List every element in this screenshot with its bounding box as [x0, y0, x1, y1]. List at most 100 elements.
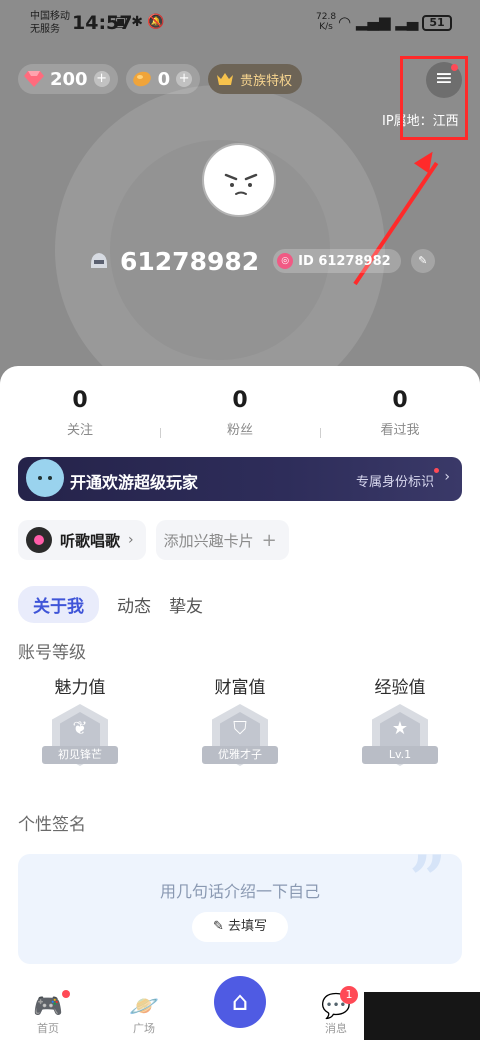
vip-banner-subtitle: 专属身份标识 — [355, 475, 434, 490]
nav-label: 首页 — [37, 1022, 59, 1035]
nav-label: 广场 — [133, 1022, 155, 1035]
home-notification-dot — [62, 990, 70, 998]
bluetooth-icon: ✱ — [131, 14, 147, 30]
song-icon — [26, 527, 52, 553]
net-speed-value: 72.8 — [316, 12, 337, 22]
stat-fans[interactable]: 0 粉丝 — [160, 388, 320, 438]
badge-ribbon: 优雅才子 — [202, 746, 278, 764]
stat-divider — [160, 428, 161, 438]
home-icon[interactable]: ⌂ — [214, 976, 266, 1028]
signal-icons: ◠ ▂▄▆ ▂▄ — [338, 13, 418, 31]
battery-icon: 51 — [422, 15, 452, 31]
visitors-label: 看过我 — [380, 423, 420, 438]
chevron-right-icon: › — [444, 469, 450, 485]
level-name: 经验值 — [374, 678, 426, 698]
shield-icon: ⛉ — [233, 718, 247, 739]
status-icons: ▣✱🔕 — [114, 14, 168, 30]
pen-icon: ✎ — [212, 919, 224, 934]
mascot-eye — [48, 476, 52, 480]
diamond-count: 200 — [50, 68, 88, 90]
crown-icon — [217, 73, 234, 85]
cellular-icon: ▂▄▆ — [355, 13, 391, 31]
chevron-right-icon: › — [128, 532, 134, 548]
noble-privilege-button[interactable]: 贵族特权 — [208, 64, 303, 94]
badge-ribbon: Lv.1 — [362, 746, 438, 764]
net-speed: 72.8 K/s — [316, 12, 336, 32]
nav-plaza-tab[interactable]: 🪐 广场 — [114, 992, 174, 1036]
visitors-count: 0 — [392, 388, 408, 413]
default-avatar-face-icon — [224, 173, 258, 195]
star-icon: ★ — [391, 718, 409, 739]
signature-box: ” 用几句话介绍一下自己 ✎ 去填写 — [18, 842, 462, 964]
status-bar: 中国移动 无服务 14:57 ▣✱🔕 72.8 K/s ◠ ▂▄▆ ▂▄ 51 — [0, 0, 480, 46]
vip-banner-title: 开通欢游超级玩家 — [70, 473, 199, 492]
interest-tags: 听歌唱歌 › 添加兴趣卡片 + — [18, 520, 289, 560]
feather-icon: ❦ — [72, 718, 88, 739]
planet-icon: 🪐 — [129, 992, 159, 1020]
level-charm[interactable]: 魅力值 ❦ 初见锋芒 — [0, 673, 160, 770]
account-level-title: 账号等级 — [18, 643, 86, 663]
wifi-icon: ◠ — [338, 13, 352, 31]
signature-title: 个性签名 — [18, 815, 86, 835]
diamond-balance[interactable]: 200 + — [18, 64, 118, 94]
vip-banner-dot — [434, 468, 439, 473]
add-interest-label: 添加兴趣卡片 — [163, 531, 254, 550]
no-signal-icon: ▂▄ — [395, 13, 419, 31]
stat-visitors[interactable]: 0 看过我 — [320, 388, 480, 438]
following-count: 0 — [72, 388, 88, 413]
tag-label: 听歌唱歌 — [60, 531, 121, 550]
mascot-icon — [26, 459, 64, 497]
bean-icon — [132, 71, 151, 87]
add-interest-card-button[interactable]: 添加兴趣卡片 + — [155, 520, 289, 560]
nav-label: 消息 — [325, 1022, 347, 1035]
message-count-badge: 1 — [340, 986, 358, 1004]
level-experience[interactable]: 经验值 ★ Lv.1 — [320, 673, 480, 770]
tab-about-me[interactable]: 关于我 — [18, 586, 99, 623]
carrier-name: 中国移动 — [30, 11, 70, 22]
level-wealth[interactable]: 财富值 ⛉ 优雅才子 — [160, 673, 320, 770]
net-speed-unit: K/s — [319, 22, 333, 32]
signature-prompt: 用几句话介绍一下自己 — [159, 882, 320, 901]
fans-label: 粉丝 — [226, 423, 253, 438]
charm-badge: ❦ 初见锋芒 — [42, 704, 118, 770]
nav-home-tab[interactable]: 🎮 首页 — [18, 992, 78, 1036]
stat-following[interactable]: 0 关注 — [0, 388, 160, 438]
add-bean-icon[interactable]: + — [176, 71, 193, 87]
fill-signature-button[interactable]: ✎ 去填写 — [192, 912, 288, 942]
user-identity-row: 61278982 ◎ ID 61278982 ✎ — [88, 245, 435, 277]
stat-divider — [320, 428, 321, 438]
avatar[interactable] — [202, 143, 276, 217]
stats-row: 0 关注 0 粉丝 0 看过我 — [0, 388, 480, 438]
photo-icon: ▣ — [114, 14, 132, 30]
annotation-highlight-box — [400, 56, 468, 140]
user-id-text: ID 61278982 — [298, 253, 391, 269]
tab-close-friends[interactable]: 挚友 — [169, 586, 203, 623]
currency-row: 200 + 0 + 贵族特权 — [18, 64, 303, 94]
fill-signature-label: 去填写 — [228, 919, 268, 934]
experience-badge: ★ Lv.1 — [362, 704, 438, 770]
tab-moments[interactable]: 动态 — [117, 586, 151, 623]
vip-banner[interactable]: 开通欢游超级玩家 专属身份标识 › — [18, 457, 462, 501]
add-diamond-icon[interactable]: + — [93, 71, 110, 87]
edit-profile-icon[interactable]: ✎ — [410, 249, 435, 273]
level-name: 魅力值 — [54, 678, 106, 698]
id-badge-icon: ◎ — [277, 253, 294, 269]
mascot-eye — [38, 476, 42, 480]
profile-card: 0 关注 0 粉丝 0 看过我 开通欢游超级玩家 专属身份标识 › 听歌唱歌 › — [0, 366, 480, 984]
noble-privilege-label: 贵族特权 — [240, 73, 293, 89]
username: 61278982 — [120, 246, 260, 276]
screen-artifact — [364, 992, 480, 1040]
fans-count: 0 — [232, 388, 248, 413]
diamond-icon — [24, 71, 44, 87]
helmet-icon — [91, 253, 107, 268]
following-label: 关注 — [66, 423, 93, 438]
badge-ribbon: 初见锋芒 — [42, 746, 118, 764]
tag-listen-sing[interactable]: 听歌唱歌 › — [18, 520, 146, 560]
level-name: 财富值 — [214, 678, 266, 698]
bean-balance[interactable]: 0 + — [125, 64, 201, 94]
wealth-badge: ⛉ 优雅才子 — [202, 704, 278, 770]
user-id-badge[interactable]: ◎ ID 61278982 — [273, 249, 401, 273]
carrier-status: 无服务 — [30, 24, 60, 35]
profile-tabs: 关于我 动态 挚友 — [18, 586, 203, 623]
carrier-info: 中国移动 无服务 — [30, 10, 70, 36]
